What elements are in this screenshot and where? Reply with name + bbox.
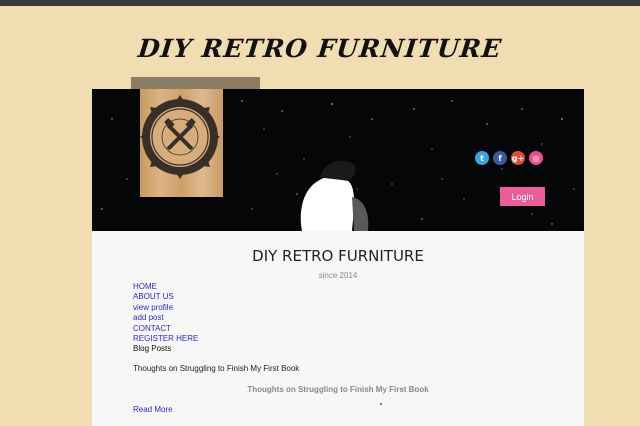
- menu-link[interactable]: view profile: [133, 303, 173, 312]
- menu-item-contact[interactable]: CONTACT: [133, 324, 198, 334]
- twitter-icon[interactable]: t: [475, 151, 489, 165]
- menu-item-view-profile[interactable]: view profile: [133, 303, 198, 313]
- menu-item-add-post[interactable]: add post: [133, 313, 198, 323]
- facebook-icon[interactable]: f: [493, 151, 507, 165]
- main-content: DIY RETRO FURNITURE since 2014 HOME ABOU…: [92, 231, 584, 426]
- content-title: DIY RETRO FURNITURE: [252, 247, 424, 265]
- site-logo[interactable]: [140, 89, 223, 197]
- login-button[interactable]: Login: [500, 187, 545, 206]
- menu-item-register[interactable]: REGISTER HERE: [133, 334, 198, 344]
- blog-posts-label: Blog Posts: [133, 344, 172, 354]
- divider-dot: [380, 403, 382, 405]
- post-excerpt: Thoughts on Struggling to Finish My Firs…: [133, 364, 300, 373]
- dribbble-icon[interactable]: ◎: [529, 151, 543, 165]
- top-bar: [0, 0, 640, 6]
- figure-silhouette: [300, 160, 369, 231]
- nav-menu: HOME ABOUT US view profile add post CONT…: [133, 282, 198, 355]
- read-more-link[interactable]: Read More: [133, 405, 173, 414]
- saw-blade-logo-icon: [140, 95, 220, 179]
- logo-tab: [131, 77, 260, 89]
- menu-link[interactable]: add post: [133, 313, 164, 322]
- menu-item-about[interactable]: ABOUT US: [133, 292, 198, 302]
- since-text: since 2014: [318, 271, 358, 280]
- google-plus-icon[interactable]: g+: [511, 151, 525, 165]
- menu-link[interactable]: CONTACT: [133, 324, 171, 333]
- menu-link[interactable]: ABOUT US: [133, 292, 174, 301]
- menu-link[interactable]: REGISTER HERE: [133, 334, 198, 343]
- post-heading[interactable]: Thoughts on Struggling to Finish My Firs…: [92, 385, 584, 394]
- menu-item-home[interactable]: HOME: [133, 282, 198, 292]
- social-links: t f g+ ◎: [475, 151, 543, 165]
- site-title[interactable]: DIY RETRO FURNITURE: [0, 34, 640, 63]
- menu-link[interactable]: HOME: [133, 282, 157, 291]
- header-banner: t f g+ ◎ Login: [92, 89, 584, 231]
